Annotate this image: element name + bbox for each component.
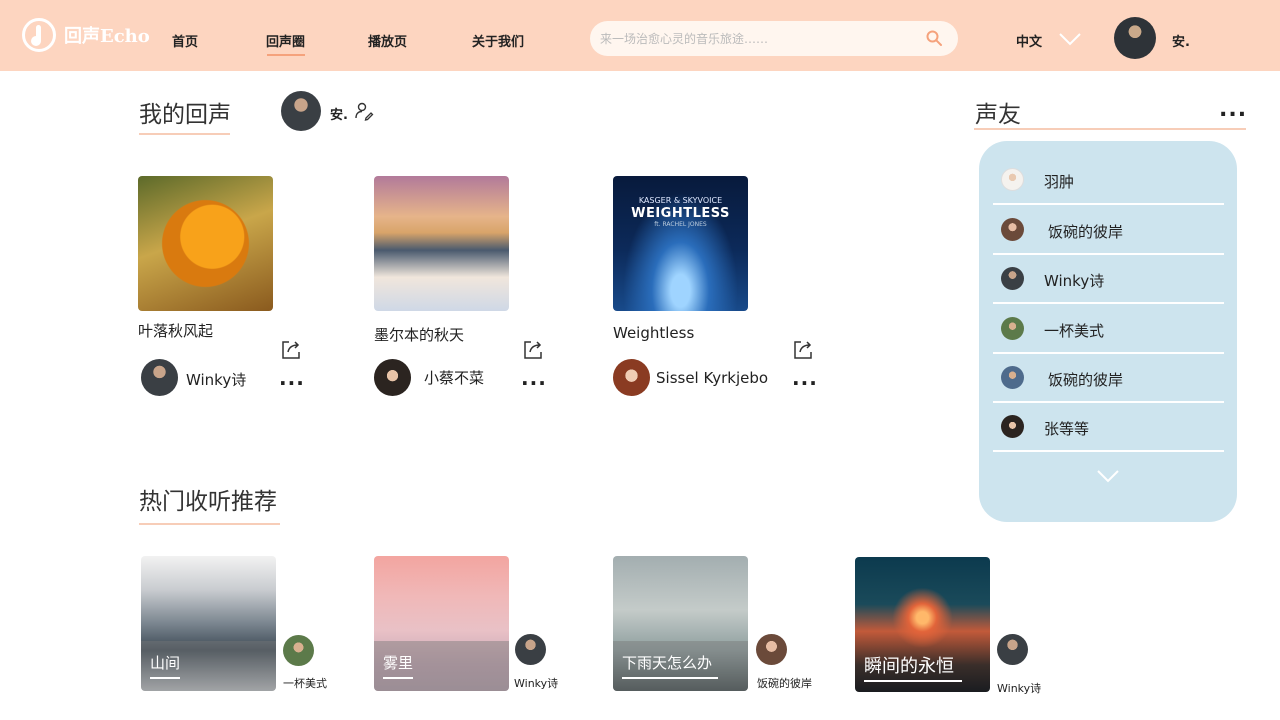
song-cover[interactable] [374, 176, 509, 311]
friend-avatar [1001, 168, 1024, 191]
search-icon[interactable] [926, 30, 942, 46]
friends-title: 声友 [975, 102, 1021, 128]
recommend-user-avatar[interactable] [997, 634, 1028, 665]
artist-name[interactable]: Sissel Kyrkjebo [656, 369, 768, 387]
top-nav-bar: 回声Echo 首页 回声圈 播放页 关于我们 中文 安. [0, 0, 1280, 71]
music-note-logo-icon [22, 18, 56, 52]
artist-name[interactable]: 小蔡不菜 [424, 367, 484, 388]
user-avatar[interactable] [1114, 17, 1156, 59]
label-underline [622, 677, 718, 679]
song-title[interactable]: 叶落秋风起 [138, 320, 213, 341]
recommend-user-name[interactable]: Winky诗 [514, 675, 558, 691]
label-underline [864, 680, 962, 682]
artist-avatar[interactable] [613, 359, 650, 396]
label-underline [383, 677, 413, 679]
search-input[interactable] [600, 21, 920, 56]
friend-item[interactable]: 羽肿 [993, 155, 1224, 205]
song-cover[interactable] [138, 176, 273, 311]
song-cover[interactable]: KASGER & SKYVOICE WEIGHTLESS ft. RACHEL … [613, 176, 748, 311]
more-options-icon[interactable]: ... [1219, 97, 1247, 122]
my-echo-underline [139, 133, 230, 135]
more-options-icon[interactable]: ... [279, 366, 305, 390]
friend-avatar [1001, 267, 1024, 290]
nav-home[interactable]: 首页 [172, 31, 198, 50]
recommend-cover[interactable]: 瞬间的永恒 [855, 557, 990, 692]
user-name[interactable]: 安. [1172, 31, 1190, 50]
edit-profile-icon[interactable] [354, 101, 374, 121]
recommend-cover[interactable]: 山间 [141, 556, 276, 691]
recommend-cover[interactable]: 雾里 [374, 556, 509, 691]
friend-name: Winky诗 [1044, 272, 1105, 290]
cover-sub-text: ft. RACHEL JONES [654, 221, 707, 228]
nav-about[interactable]: 关于我们 [472, 31, 524, 50]
share-icon[interactable] [792, 339, 814, 361]
friend-item[interactable]: 饭碗的彼岸 [993, 353, 1224, 403]
cover-title-text: WEIGHTLESS [631, 206, 730, 221]
recommend-cover[interactable]: 下雨天怎么办 [613, 556, 748, 691]
friend-name: 张等等 [1044, 420, 1090, 438]
friend-avatar [1001, 415, 1024, 438]
friend-avatar [1001, 366, 1024, 389]
more-options-icon[interactable]: ... [792, 366, 818, 390]
hot-underline [139, 523, 280, 525]
friend-item[interactable]: 饭碗的彼岸 [993, 205, 1224, 255]
nav-active-indicator [267, 54, 305, 56]
friend-avatar [1001, 317, 1024, 340]
nav-player[interactable]: 播放页 [368, 31, 407, 50]
recommend-label: 山间 [150, 654, 181, 672]
my-user-name: 安. [330, 108, 348, 123]
recommend-user-avatar[interactable] [756, 634, 787, 665]
friend-name: 一杯美式 [1044, 322, 1105, 340]
logo[interactable]: 回声Echo [22, 18, 150, 52]
friend-name: 饭碗的彼岸 [1048, 371, 1124, 389]
share-icon[interactable] [280, 339, 302, 361]
language-selector[interactable]: 中文 [1016, 31, 1042, 50]
recommend-user-name[interactable]: 饭碗的彼岸 [757, 675, 812, 691]
nav-echo-circle[interactable]: 回声圈 [266, 31, 305, 50]
recommend-label: 下雨天怎么办 [622, 654, 713, 672]
recommend-label: 雾里 [383, 654, 414, 672]
artist-avatar[interactable] [374, 359, 411, 396]
more-options-icon[interactable]: ... [521, 366, 547, 390]
my-avatar[interactable] [281, 91, 321, 131]
song-title[interactable]: 墨尔本的秋天 [374, 324, 464, 345]
friends-panel: 羽肿 饭碗的彼岸 Winky诗 一杯美式 饭碗的彼岸 张等等 [979, 141, 1237, 522]
cover-artist-text: KASGER & SKYVOICE [638, 196, 723, 205]
chevron-down-icon[interactable] [1058, 30, 1082, 48]
friend-avatar [1001, 218, 1024, 241]
artist-name[interactable]: Winky诗 [186, 369, 246, 390]
artist-avatar[interactable] [141, 359, 178, 396]
search-bar [590, 21, 958, 56]
share-icon[interactable] [522, 339, 544, 361]
friend-item[interactable]: 张等等 [993, 402, 1224, 452]
recommend-user-name[interactable]: 一杯美式 [283, 675, 327, 691]
song-title[interactable]: Weightless [613, 324, 694, 342]
label-underline [150, 677, 180, 679]
hot-title: 热门收听推荐 [139, 489, 277, 515]
recommend-label: 瞬间的永恒 [864, 656, 954, 677]
friend-item[interactable]: Winky诗 [993, 254, 1224, 304]
friend-item[interactable]: 一杯美式 [993, 304, 1224, 354]
logo-text: 回声Echo [64, 26, 150, 47]
recommend-user-avatar[interactable] [515, 634, 546, 665]
friend-name: 饭碗的彼岸 [1048, 223, 1124, 241]
friend-name: 羽肿 [1044, 173, 1075, 191]
friends-underline [974, 128, 1246, 130]
recommend-user-avatar[interactable] [283, 635, 314, 666]
recommend-user-name[interactable]: Winky诗 [997, 680, 1041, 696]
chevron-down-icon[interactable] [1096, 468, 1120, 484]
my-echo-title: 我的回声 [139, 102, 231, 128]
